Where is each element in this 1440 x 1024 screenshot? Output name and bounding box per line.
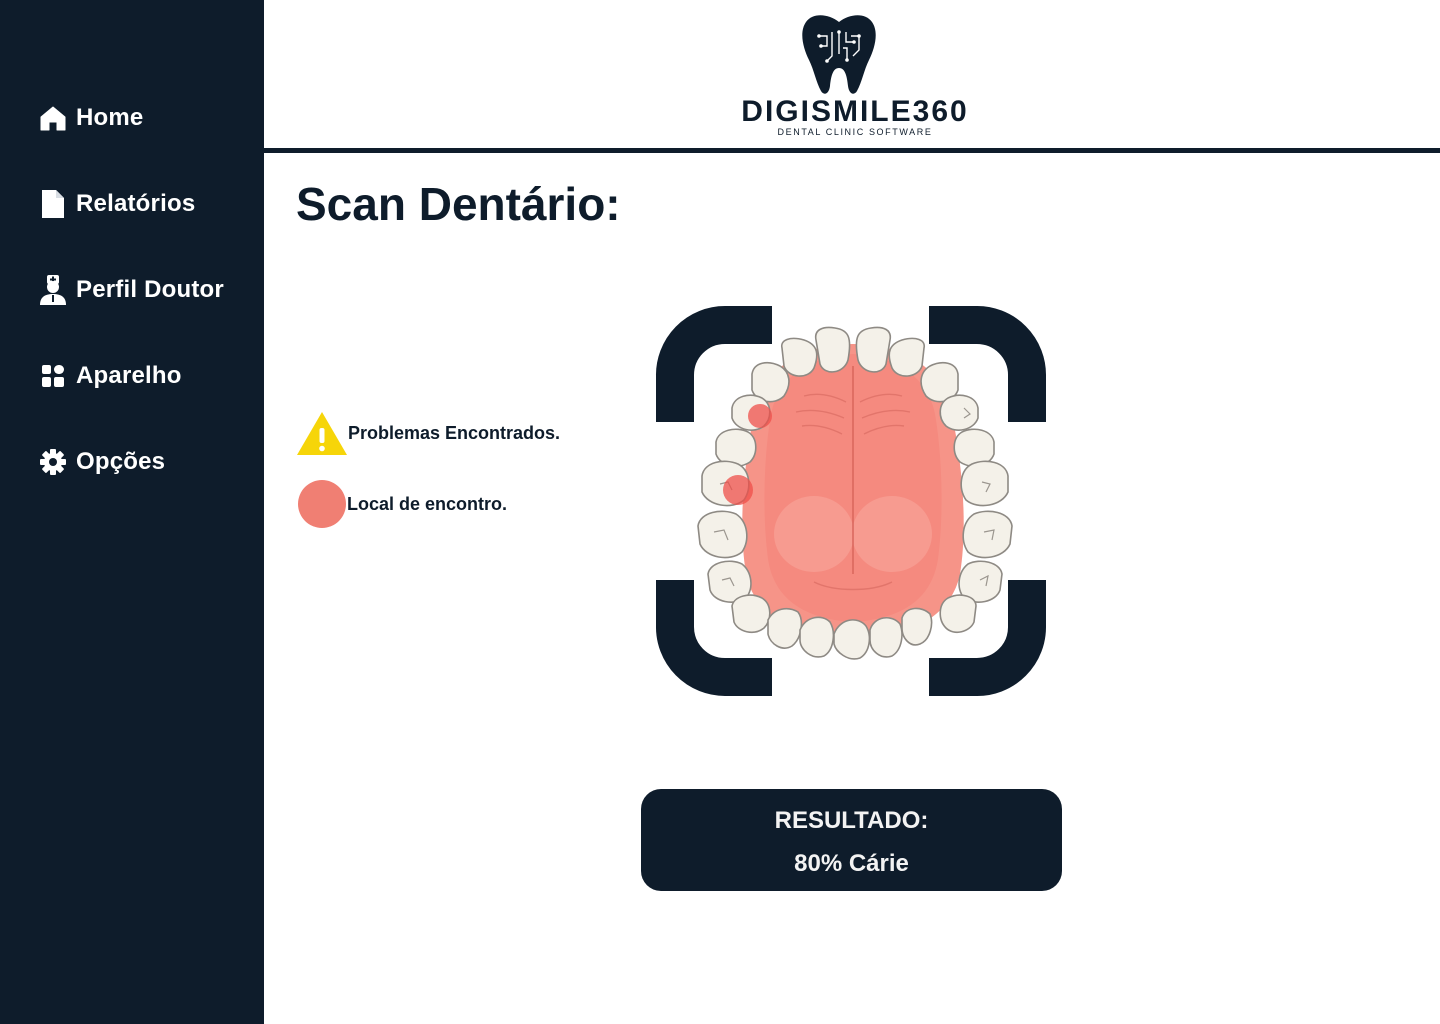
dental-scan[interactable] (654, 304, 1048, 698)
sidebar: Home Relatórios Perfil Doutor Aparelho O… (0, 0, 264, 1024)
problem-marker[interactable] (748, 404, 772, 428)
result-card[interactable]: RESULTADO: 80% Cárie (641, 789, 1062, 891)
gear-icon (38, 446, 68, 478)
page-title: Scan Dentário: (296, 178, 621, 230)
brand-name: DIGISMILE360 (741, 95, 969, 128)
header-divider (264, 148, 1440, 153)
sidebar-item-aparelho[interactable]: Aparelho (38, 356, 182, 396)
sidebar-item-label: Relatórios (76, 190, 196, 217)
warning-icon (297, 412, 347, 455)
grid-icon (38, 360, 68, 392)
sidebar-item-home[interactable]: Home (38, 98, 143, 138)
sidebar-item-perfil-doutor[interactable]: Perfil Doutor (38, 270, 224, 310)
home-icon (38, 102, 68, 134)
legend-location-label: Local de encontro. (347, 493, 508, 514)
location-marker-icon (298, 480, 346, 528)
legend-location: Local de encontro. (296, 480, 507, 528)
document-icon (38, 188, 68, 220)
sidebar-item-relatorios[interactable]: Relatórios (38, 184, 195, 224)
sidebar-item-label: Perfil Doutor (76, 276, 224, 303)
brand-logo[interactable]: DIGISMILE360 DENTAL CLINIC SOFTWARE (727, 12, 983, 138)
legend-problems: Problemas Encontrados. (296, 410, 560, 456)
sidebar-item-label: Home (76, 104, 144, 131)
tooth-logo-icon (802, 15, 876, 94)
doctor-icon (38, 274, 68, 306)
brand-tagline: DENTAL CLINIC SOFTWARE (777, 127, 933, 137)
sidebar-item-label: Aparelho (76, 362, 182, 389)
sidebar-item-opcoes[interactable]: Opções (38, 442, 165, 482)
sidebar-item-label: Opções (76, 448, 166, 475)
result-label: RESULTADO: (774, 807, 929, 834)
legend-problems-label: Problemas Encontrados. (348, 422, 561, 443)
result-value: 80% Cárie (794, 850, 909, 877)
problem-marker[interactable] (723, 475, 753, 505)
